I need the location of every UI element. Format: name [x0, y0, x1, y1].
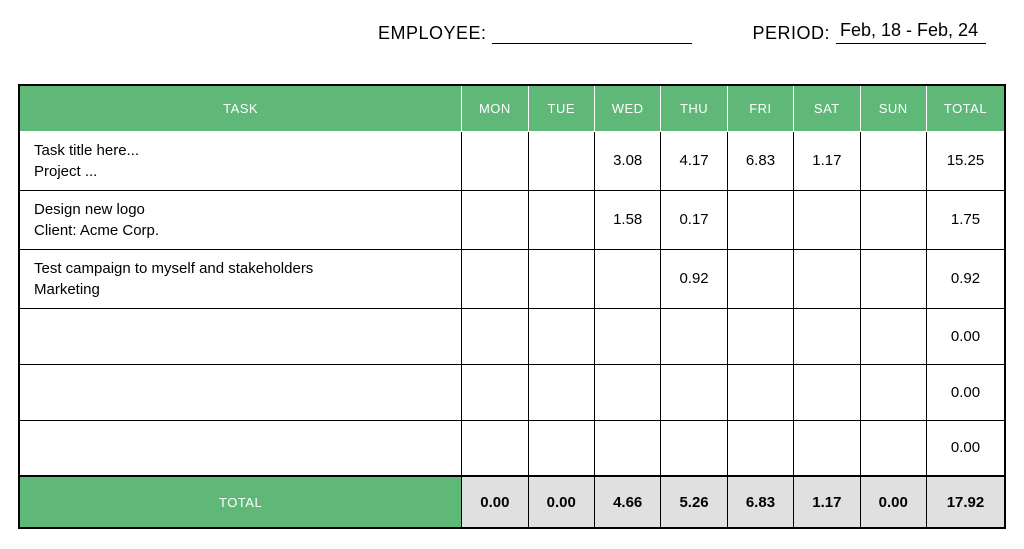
period-field: PERIOD: Feb, 18 - Feb, 24: [752, 20, 986, 44]
footer-row: TOTAL 0.00 0.00 4.66 5.26 6.83 1.17 0.00…: [19, 476, 1005, 528]
col-mon: MON: [462, 85, 528, 131]
employee-label: EMPLOYEE:: [378, 23, 487, 44]
table-row: 0.00: [19, 420, 1005, 476]
footer-mon: 0.00: [462, 476, 528, 528]
task-title: Design new logo: [34, 199, 447, 220]
task-sub: Marketing: [34, 279, 447, 300]
cell-sun[interactable]: [860, 249, 926, 308]
cell-thu[interactable]: [661, 364, 727, 420]
col-wed: WED: [594, 85, 660, 131]
cell-mon[interactable]: [462, 364, 528, 420]
cell-total: 0.00: [926, 308, 1005, 364]
cell-sun[interactable]: [860, 364, 926, 420]
cell-wed[interactable]: [594, 308, 660, 364]
header-row: TASK MON TUE WED THU FRI SAT SUN TOTAL: [19, 85, 1005, 131]
col-sat: SAT: [794, 85, 860, 131]
cell-mon[interactable]: [462, 249, 528, 308]
cell-sun[interactable]: [860, 131, 926, 190]
footer-wed: 4.66: [594, 476, 660, 528]
col-fri: FRI: [727, 85, 793, 131]
cell-mon[interactable]: [462, 131, 528, 190]
task-cell[interactable]: Test campaign to myself and stakeholders…: [19, 249, 462, 308]
task-sub: Client: Acme Corp.: [34, 220, 447, 241]
cell-thu[interactable]: 4.17: [661, 131, 727, 190]
cell-wed[interactable]: [594, 249, 660, 308]
cell-thu[interactable]: [661, 420, 727, 476]
cell-sat[interactable]: [794, 308, 860, 364]
task-title: Task title here...: [34, 140, 447, 161]
cell-mon[interactable]: [462, 190, 528, 249]
cell-thu[interactable]: 0.92: [661, 249, 727, 308]
footer-sat: 1.17: [794, 476, 860, 528]
table-row: Task title here... Project ... 3.08 4.17…: [19, 131, 1005, 190]
task-cell[interactable]: Design new logo Client: Acme Corp.: [19, 190, 462, 249]
cell-wed[interactable]: 1.58: [594, 190, 660, 249]
cell-wed[interactable]: [594, 364, 660, 420]
cell-mon[interactable]: [462, 420, 528, 476]
cell-sat[interactable]: 1.17: [794, 131, 860, 190]
cell-wed[interactable]: 3.08: [594, 131, 660, 190]
col-thu: THU: [661, 85, 727, 131]
cell-mon[interactable]: [462, 308, 528, 364]
footer-fri: 6.83: [727, 476, 793, 528]
cell-fri[interactable]: [727, 249, 793, 308]
cell-tue[interactable]: [528, 131, 594, 190]
cell-thu[interactable]: [661, 308, 727, 364]
col-total: TOTAL: [926, 85, 1005, 131]
cell-fri[interactable]: 6.83: [727, 131, 793, 190]
cell-total: 0.00: [926, 420, 1005, 476]
task-title: Test campaign to myself and stakeholders: [34, 258, 447, 279]
task-cell[interactable]: [19, 420, 462, 476]
cell-tue[interactable]: [528, 190, 594, 249]
footer-tue: 0.00: [528, 476, 594, 528]
cell-sun[interactable]: [860, 420, 926, 476]
col-task: TASK: [19, 85, 462, 131]
period-label: PERIOD:: [752, 23, 830, 44]
cell-total: 1.75: [926, 190, 1005, 249]
cell-sat[interactable]: [794, 190, 860, 249]
table-row: 0.00: [19, 308, 1005, 364]
cell-sat[interactable]: [794, 420, 860, 476]
cell-sat[interactable]: [794, 249, 860, 308]
col-tue: TUE: [528, 85, 594, 131]
cell-fri[interactable]: [727, 364, 793, 420]
header-fields: EMPLOYEE: PERIOD: Feb, 18 - Feb, 24: [18, 20, 1006, 44]
footer-total: 17.92: [926, 476, 1005, 528]
task-cell[interactable]: Task title here... Project ...: [19, 131, 462, 190]
cell-total: 15.25: [926, 131, 1005, 190]
cell-wed[interactable]: [594, 420, 660, 476]
table-row: Design new logo Client: Acme Corp. 1.58 …: [19, 190, 1005, 249]
task-cell[interactable]: [19, 308, 462, 364]
col-sun: SUN: [860, 85, 926, 131]
cell-tue[interactable]: [528, 249, 594, 308]
task-cell[interactable]: [19, 364, 462, 420]
cell-thu[interactable]: 0.17: [661, 190, 727, 249]
timesheet-table: TASK MON TUE WED THU FRI SAT SUN TOTAL T…: [18, 84, 1006, 529]
cell-total: 0.92: [926, 249, 1005, 308]
cell-tue[interactable]: [528, 364, 594, 420]
cell-tue[interactable]: [528, 420, 594, 476]
cell-tue[interactable]: [528, 308, 594, 364]
footer-label: TOTAL: [19, 476, 462, 528]
footer-sun: 0.00: [860, 476, 926, 528]
task-sub: Project ...: [34, 161, 447, 182]
table-row: Test campaign to myself and stakeholders…: [19, 249, 1005, 308]
cell-sun[interactable]: [860, 190, 926, 249]
cell-fri[interactable]: [727, 420, 793, 476]
employee-value[interactable]: [492, 22, 692, 44]
period-value[interactable]: Feb, 18 - Feb, 24: [836, 20, 986, 44]
cell-total: 0.00: [926, 364, 1005, 420]
cell-fri[interactable]: [727, 190, 793, 249]
footer-thu: 5.26: [661, 476, 727, 528]
cell-sun[interactable]: [860, 308, 926, 364]
cell-fri[interactable]: [727, 308, 793, 364]
cell-sat[interactable]: [794, 364, 860, 420]
employee-field: EMPLOYEE:: [378, 20, 693, 44]
table-row: 0.00: [19, 364, 1005, 420]
